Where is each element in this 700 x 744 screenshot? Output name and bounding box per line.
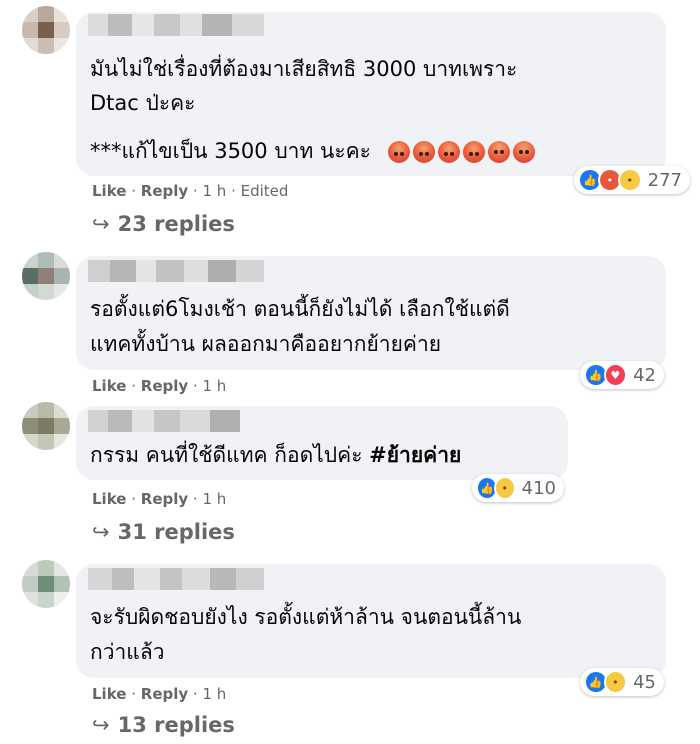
- reply-button[interactable]: Reply: [141, 182, 188, 200]
- view-replies-button[interactable]: ↪ 23 replies: [92, 212, 235, 236]
- reaction-summary[interactable]: 👍 ♥ 42: [580, 361, 664, 389]
- sad-icon: •: [603, 670, 628, 694]
- timestamp[interactable]: 1 h: [202, 182, 226, 200]
- like-button[interactable]: Like: [92, 685, 126, 703]
- love-icon: ♥: [603, 363, 628, 387]
- sad-icon: •: [617, 168, 642, 192]
- comment-text: รอตั้งแต่6โมงเช้า ตอนนี้ก็ยังไม่ได้ เลือ…: [90, 297, 510, 321]
- comment-text-main: กรรม คนที่ใช้ดีแทค ก็อดไปค่ะ: [90, 443, 363, 467]
- reaction-summary[interactable]: 👍 • 410: [472, 474, 564, 502]
- comment-text: มันไม่ใช่เรื่องที่ต้องมาเสียสิทธิ 3000 บ…: [90, 57, 518, 81]
- avatar[interactable]: [22, 6, 70, 54]
- comment-actions: Like · Reply · 1 h: [92, 490, 227, 508]
- angry-emoji-icon: [462, 141, 485, 163]
- replies-count: 31 replies: [117, 520, 235, 544]
- angry-emoji-icon: [412, 141, 435, 163]
- author-name[interactable]: [88, 568, 264, 590]
- edited-label: Edited: [240, 182, 289, 200]
- replies-count: 13 replies: [117, 713, 235, 737]
- timestamp[interactable]: 1 h: [202, 490, 226, 508]
- comment-text: จะรับผิดชอบยังไง รอตั้งแต่ห้าล้าน จนตอนน…: [90, 605, 522, 629]
- angry-emoji-icon: [437, 141, 460, 163]
- view-replies-button[interactable]: ↪ 13 replies: [92, 713, 235, 737]
- reaction-count: 42: [633, 364, 656, 386]
- author-name[interactable]: [88, 14, 264, 36]
- avatar[interactable]: [22, 402, 70, 450]
- reaction-summary[interactable]: 👍 • • 277: [574, 166, 690, 194]
- reply-button[interactable]: Reply: [141, 377, 188, 395]
- comment-text: ***แก้ไขเป็น 3500 บาท นะคะ: [90, 137, 535, 165]
- comment-actions: Like · Reply · 1 h · Edited: [92, 182, 289, 200]
- reaction-count: 410: [521, 477, 556, 499]
- timestamp[interactable]: 1 h: [202, 377, 226, 395]
- comment-text: กรรม คนที่ใช้ดีแทค ก็อดไปค่ะ #ย้ายค่าย: [90, 441, 461, 469]
- author-name[interactable]: [88, 410, 240, 432]
- like-button[interactable]: Like: [92, 377, 126, 395]
- cursing-emoji-icon: [487, 141, 510, 163]
- reaction-summary[interactable]: 👍 • 45: [580, 668, 664, 696]
- comment-text: แทคทั้งบ้าน ผลออกมาคืออยากย้ายค่าย: [90, 332, 442, 356]
- comment-text: Dtac ป่ะคะ: [90, 91, 196, 115]
- view-replies-button[interactable]: ↪ 31 replies: [92, 520, 235, 544]
- like-button[interactable]: Like: [92, 490, 126, 508]
- reply-button[interactable]: Reply: [141, 490, 188, 508]
- avatar[interactable]: [22, 252, 70, 300]
- sad-icon: •: [493, 476, 516, 500]
- reply-arrow-icon: ↪: [92, 520, 110, 544]
- angry-emoji-icon: [387, 141, 410, 163]
- comment-actions: Like · Reply · 1 h: [92, 685, 227, 703]
- timestamp[interactable]: 1 h: [202, 685, 226, 703]
- replies-count: 23 replies: [117, 212, 235, 236]
- avatar[interactable]: [22, 560, 70, 608]
- comment-actions: Like · Reply · 1 h: [92, 377, 227, 395]
- author-name[interactable]: [88, 260, 264, 282]
- cursing-emoji-icon: [512, 141, 535, 163]
- emoji-row: [387, 141, 535, 163]
- reply-arrow-icon: ↪: [92, 713, 110, 737]
- reply-arrow-icon: ↪: [92, 212, 110, 236]
- comment-text-edit: ***แก้ไขเป็น 3500 บาท นะคะ: [90, 139, 371, 163]
- reply-button[interactable]: Reply: [141, 685, 188, 703]
- reaction-count: 45: [633, 671, 656, 693]
- like-button[interactable]: Like: [92, 182, 126, 200]
- comment-text: กว่าแล้ว: [90, 640, 165, 664]
- hashtag-link[interactable]: #ย้ายค่าย: [369, 443, 461, 467]
- reaction-count: 277: [647, 169, 682, 191]
